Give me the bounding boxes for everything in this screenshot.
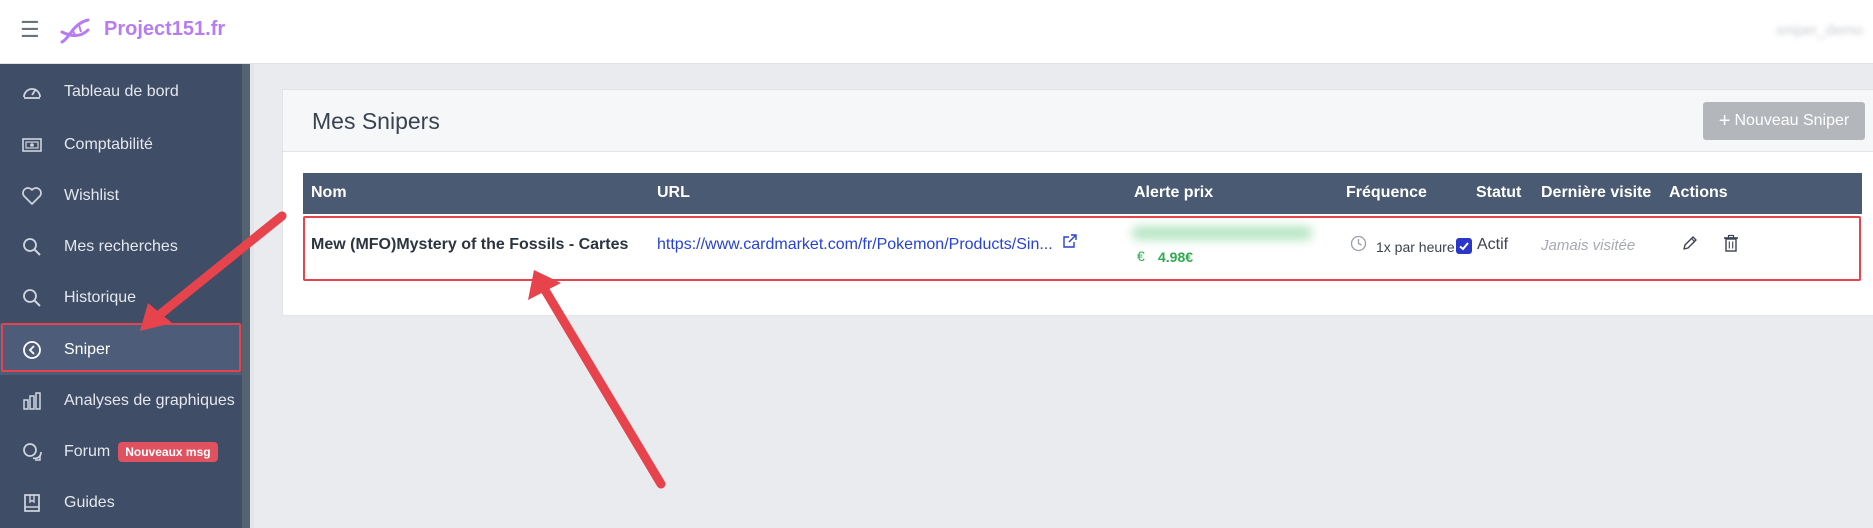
- sidebar-item-label: Comptabilité: [64, 135, 153, 153]
- sidebar-item-mes-recherches[interactable]: Mes recherches: [0, 221, 242, 272]
- column-header-nom[interactable]: Nom: [311, 184, 347, 202]
- plus-icon: +: [1718, 110, 1731, 132]
- column-header-alerte-prix[interactable]: Alerte prix: [1134, 184, 1213, 202]
- sidebar-item-comptabilite[interactable]: Comptabilité: [0, 119, 242, 170]
- price-currency: €: [1137, 248, 1145, 264]
- book-icon: [20, 491, 44, 515]
- sidebar-item-label: Sniper: [64, 340, 111, 358]
- new-sniper-label: Nouveau Sniper: [1734, 112, 1850, 129]
- external-link-icon[interactable]: [1062, 233, 1078, 254]
- sidebar-item-tableau-de-bord[interactable]: Tableau de bord: [0, 66, 242, 117]
- column-header-derniere-visite[interactable]: Dernière visite: [1541, 184, 1651, 202]
- frequency-value: 1x par heure: [1376, 239, 1455, 255]
- column-header-url[interactable]: URL: [657, 184, 690, 202]
- status-checkbox[interactable]: [1456, 238, 1472, 254]
- sniper-url-link[interactable]: https://www.cardmarket.com/fr/Pokemon/Pr…: [657, 236, 1053, 254]
- user-name[interactable]: sniper_demo: [1776, 22, 1863, 39]
- sidebar: Tableau de bord Comptabilité Wishlist Me…: [0, 64, 242, 528]
- bar-chart-icon: [20, 389, 44, 413]
- forum-bubbles-icon: [20, 440, 44, 464]
- price-alert-value: 4.98€: [1158, 249, 1194, 265]
- page-title: Mes Snipers: [312, 108, 440, 134]
- dashboard-gauge-icon: [20, 80, 44, 104]
- last-visit-value: Jamais visitée: [1541, 237, 1636, 254]
- heart-icon: [20, 184, 44, 208]
- sidebar-item-label: Tableau de bord: [64, 82, 179, 100]
- history-search-icon: [20, 286, 44, 310]
- accounting-cash-icon: [20, 133, 44, 157]
- sidebar-scrollbar[interactable]: [242, 64, 254, 528]
- clock-icon: [1350, 235, 1367, 257]
- sidebar-item-guides[interactable]: Guides: [0, 477, 242, 528]
- hamburger-icon[interactable]: ☰: [20, 18, 40, 42]
- dna-logo-icon[interactable]: [58, 14, 92, 53]
- brand-name[interactable]: Project151.fr: [104, 18, 225, 41]
- sidebar-item-analyses[interactable]: Analyses de graphiques: [0, 375, 242, 426]
- sidebar-item-label: Mes recherches: [64, 237, 178, 255]
- status-label: Actif: [1477, 236, 1509, 253]
- table-header: Nom URL Alerte prix Fréquence Statut Der…: [303, 173, 1862, 214]
- delete-trash-icon[interactable]: [1723, 234, 1739, 257]
- column-header-frequence[interactable]: Fréquence: [1346, 184, 1427, 202]
- sidebar-item-label: Guides: [64, 493, 115, 511]
- new-messages-badge: Nouveaux msg: [118, 441, 218, 462]
- sidebar-item-historique[interactable]: Historique: [0, 272, 242, 323]
- sidebar-item-label: Historique: [64, 288, 137, 306]
- column-header-statut[interactable]: Statut: [1476, 184, 1521, 202]
- sidebar-item-forum[interactable]: Forum Nouveaux msg: [0, 426, 242, 477]
- sniper-clock-icon: [20, 338, 44, 362]
- sidebar-item-label: Forum: [64, 442, 111, 460]
- column-header-actions: Actions: [1669, 184, 1728, 201]
- blurred-price-detail: [1132, 226, 1312, 240]
- sidebar-item-label: Analyses de graphiques: [64, 391, 235, 409]
- new-sniper-button[interactable]: + Nouveau Sniper: [1703, 102, 1865, 140]
- sidebar-item-wishlist[interactable]: Wishlist: [0, 170, 242, 221]
- edit-pencil-icon[interactable]: [1681, 234, 1699, 257]
- top-bar: ☰ Project151.fr sniper_demo: [0, 0, 1873, 64]
- search-icon: [20, 235, 44, 259]
- sidebar-item-label: Wishlist: [64, 186, 120, 204]
- sidebar-item-sniper[interactable]: Sniper: [0, 324, 242, 375]
- sniper-name: Mew (MFO)Mystery of the Fossils - Cartes: [311, 236, 629, 253]
- card-header: Mes Snipers + Nouveau Sniper: [283, 90, 1873, 152]
